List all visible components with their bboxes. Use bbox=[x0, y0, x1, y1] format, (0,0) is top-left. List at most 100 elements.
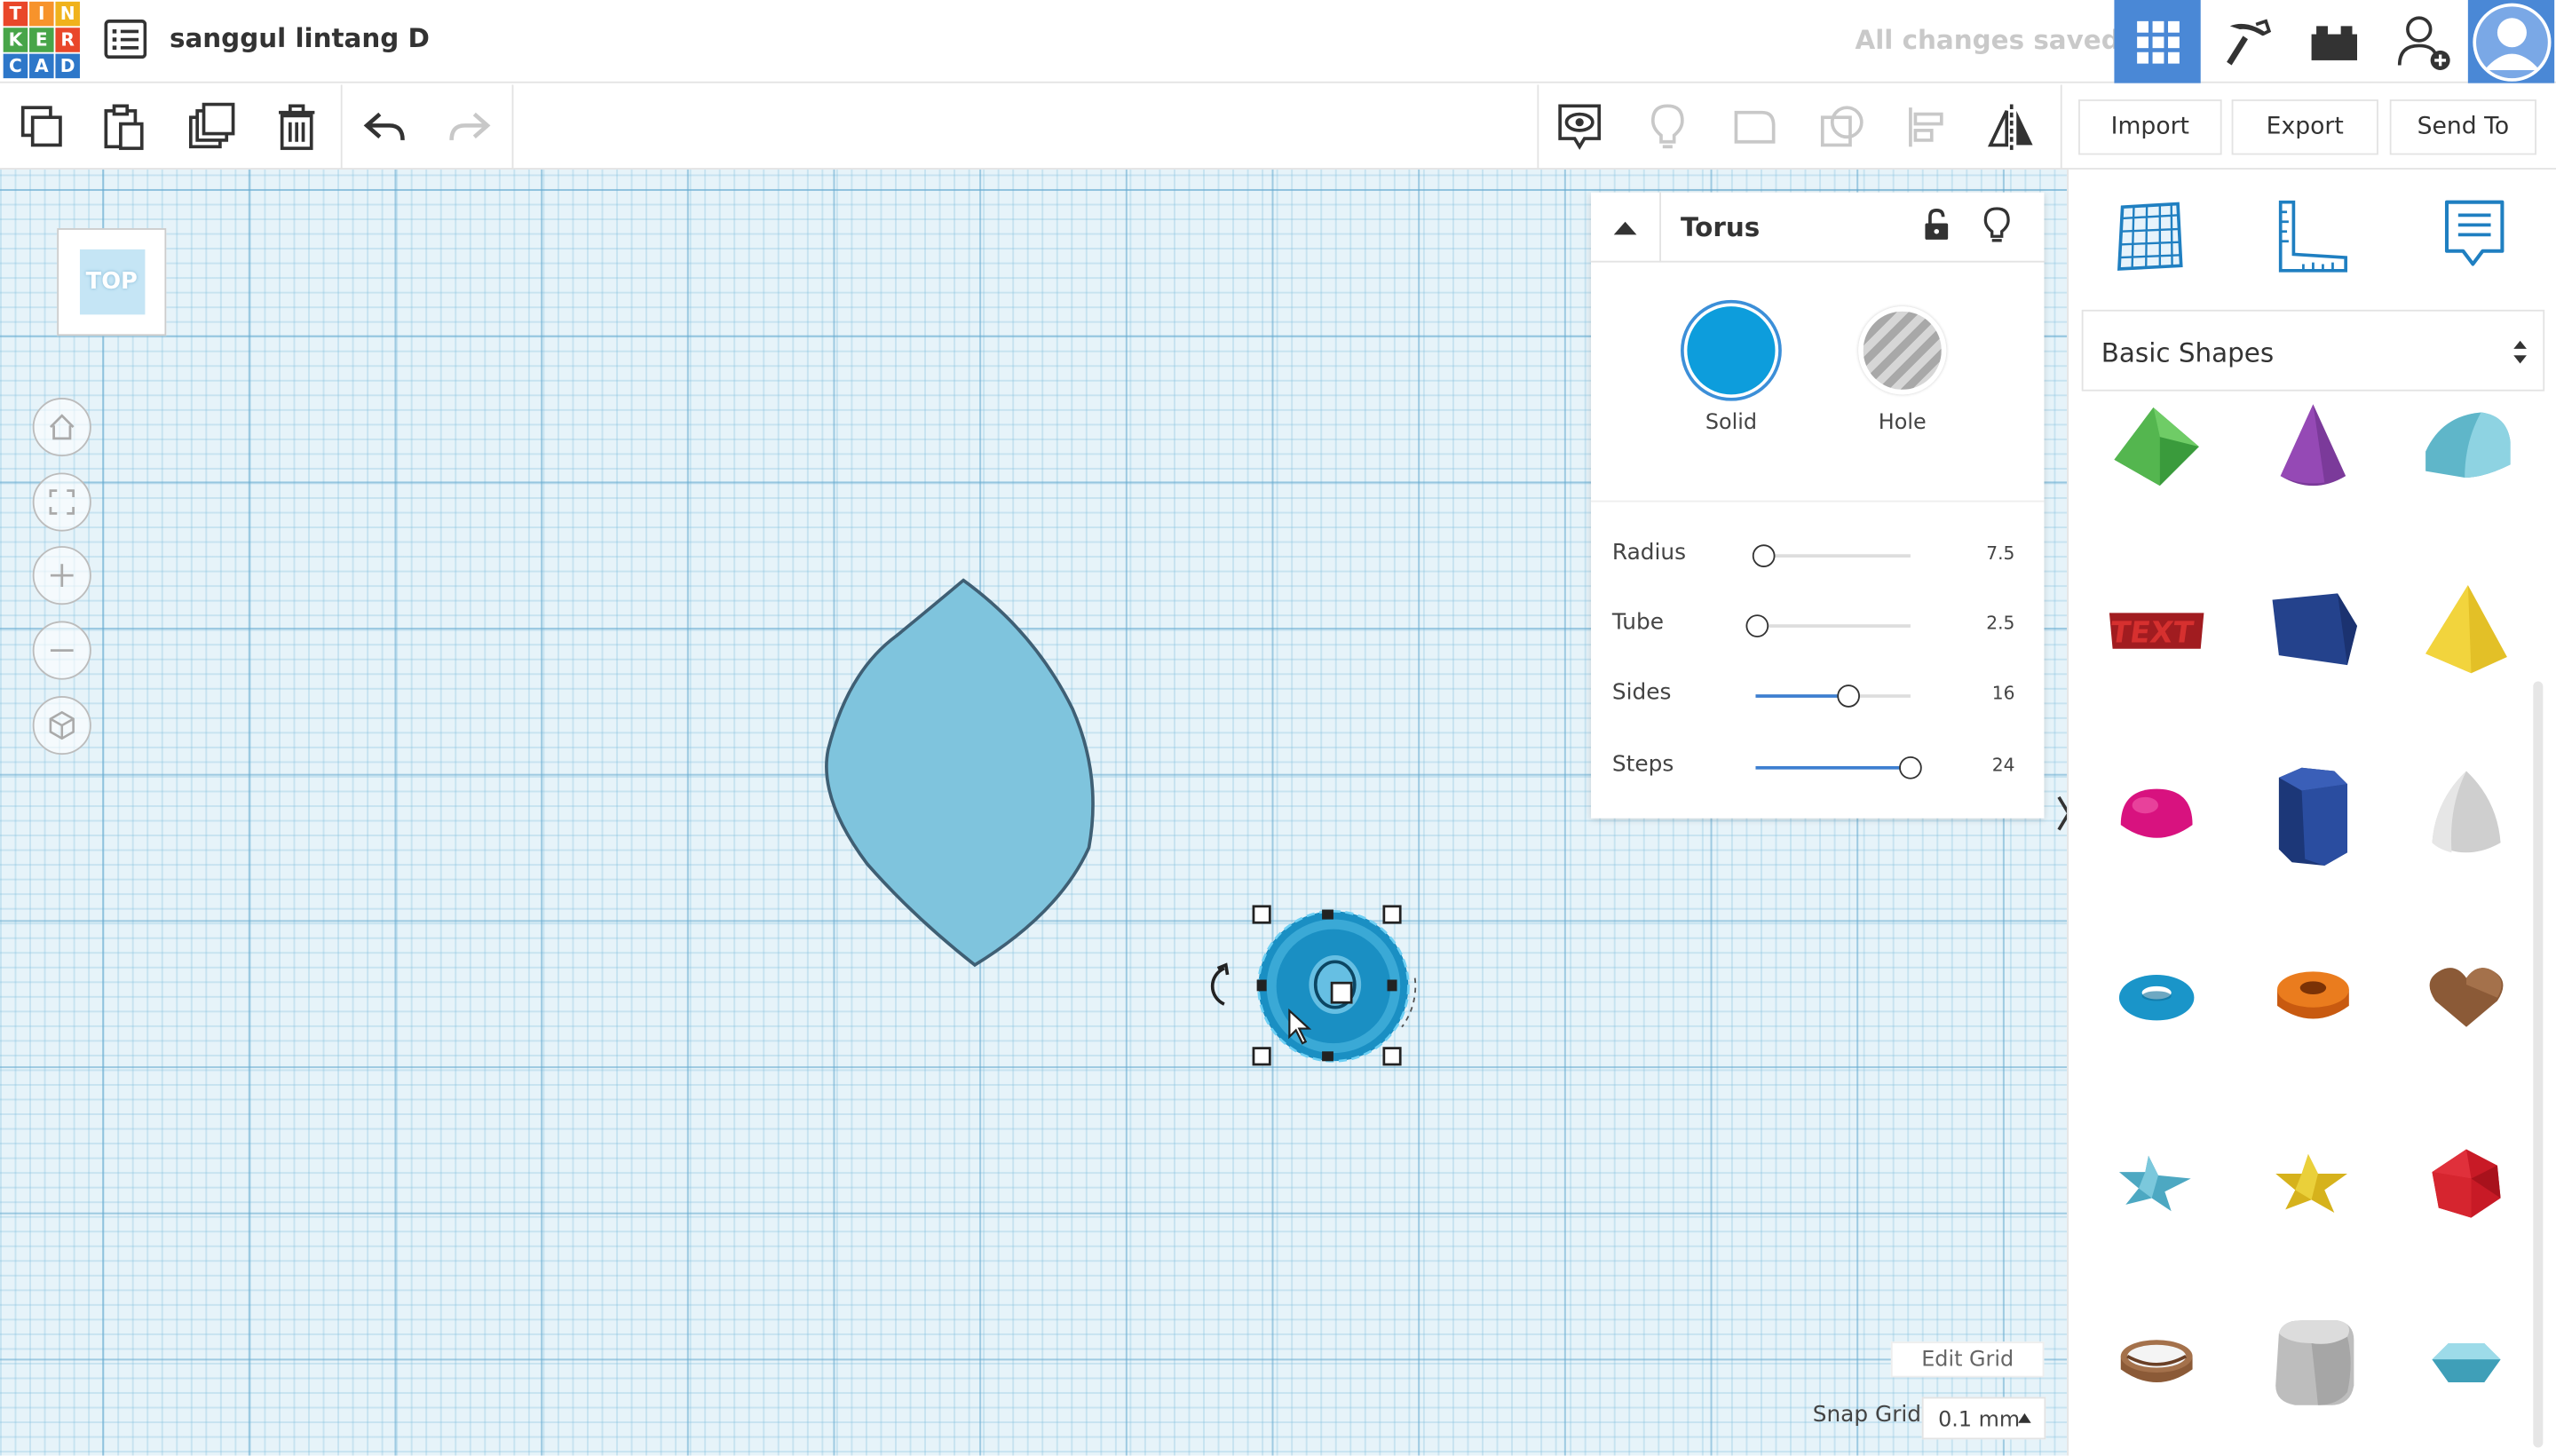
view-cube-top-face[interactable]: TOP bbox=[79, 249, 145, 315]
steps-label: Steps bbox=[1611, 751, 1674, 778]
align-button[interactable] bbox=[1897, 98, 1956, 156]
duplicate-button[interactable] bbox=[183, 98, 241, 156]
slider-knob[interactable] bbox=[1752, 544, 1776, 567]
slider-knob[interactable] bbox=[1837, 684, 1860, 708]
view-cube[interactable]: TOP bbox=[57, 228, 167, 336]
pyramid-yellow-icon bbox=[2425, 585, 2507, 674]
hide-shape-button[interactable] bbox=[1982, 207, 2012, 249]
shape-category-select[interactable]: Basic Shapes bbox=[2081, 309, 2545, 392]
paste-button[interactable] bbox=[94, 98, 153, 156]
pyramid-shape[interactable] bbox=[2402, 564, 2532, 694]
hole-mode[interactable]: Hole bbox=[1856, 306, 1948, 435]
top-bar: T I N K E R C A D sanggul lintang D All … bbox=[0, 0, 2556, 83]
ring-shape[interactable] bbox=[2092, 1298, 2222, 1428]
lock-button[interactable] bbox=[1924, 209, 1950, 248]
rounded-box-gray-icon bbox=[2275, 1320, 2354, 1405]
sides-slider[interactable] bbox=[1755, 684, 1911, 708]
show-all-button[interactable] bbox=[1638, 98, 1697, 156]
minecraft-view-button[interactable] bbox=[2203, 0, 2289, 83]
hole-swatch[interactable] bbox=[1858, 306, 1947, 395]
solid-swatch[interactable] bbox=[1687, 306, 1776, 395]
sides-label: Sides bbox=[1611, 679, 1672, 707]
icosahedron-shape[interactable] bbox=[2402, 1119, 2532, 1249]
bricks-view-button[interactable] bbox=[2291, 0, 2377, 83]
heart-shape[interactable] bbox=[2402, 932, 2532, 1063]
shapes-sidebar: Basic Shapes TEXT bbox=[2067, 169, 2556, 1456]
export-button[interactable]: Export bbox=[2231, 99, 2378, 155]
toolbar-divider bbox=[2060, 84, 2062, 170]
inspector-divider bbox=[1591, 500, 2045, 502]
tinkercad-logo[interactable]: T I N K E R C A D bbox=[3, 1, 82, 80]
logo-letter: T bbox=[3, 1, 28, 27]
group-button[interactable] bbox=[1725, 98, 1784, 156]
delete-button[interactable] bbox=[267, 98, 326, 156]
mirror-icon bbox=[1987, 104, 2033, 150]
edit-grid-button[interactable]: Edit Grid bbox=[1890, 1341, 2045, 1378]
box-shape[interactable] bbox=[2092, 382, 2222, 512]
ungroup-button[interactable] bbox=[1813, 98, 1871, 156]
cone-purple-icon bbox=[2280, 404, 2346, 487]
steps-value[interactable]: 24 bbox=[1992, 755, 2015, 776]
tube-value[interactable]: 2.5 bbox=[1986, 613, 2014, 634]
import-button[interactable]: Import bbox=[2078, 99, 2222, 155]
lightbulb-icon bbox=[1983, 207, 2010, 242]
radius-slider[interactable] bbox=[1752, 544, 1911, 567]
hexagonal-prism-shape[interactable] bbox=[2248, 750, 2378, 881]
cone-shape[interactable] bbox=[2248, 382, 2378, 512]
text-shape[interactable]: TEXT bbox=[2092, 564, 2222, 694]
tube-orange-icon bbox=[2277, 971, 2349, 1019]
ruler-tool-button[interactable] bbox=[2267, 193, 2355, 281]
note-icon bbox=[2444, 200, 2505, 266]
solid-mode[interactable]: Solid bbox=[1686, 306, 1777, 435]
design-title[interactable]: sanggul lintang D bbox=[170, 23, 430, 54]
star-shape[interactable] bbox=[2248, 1119, 2378, 1249]
logo-letter: C bbox=[3, 53, 28, 79]
slider-knob[interactable] bbox=[1745, 614, 1769, 637]
star-thin-shape[interactable] bbox=[2092, 1119, 2222, 1249]
radius-value[interactable]: 7.5 bbox=[1986, 542, 2014, 564]
paraboloid-shape[interactable] bbox=[2402, 750, 2532, 881]
design-menu-button[interactable] bbox=[104, 20, 147, 59]
zoom-out-button[interactable] bbox=[32, 621, 91, 680]
notes-visibility-button[interactable] bbox=[1550, 98, 1609, 156]
torus-shape[interactable] bbox=[2092, 932, 2222, 1063]
send-to-button[interactable]: Send To bbox=[2389, 99, 2536, 155]
copy-button[interactable] bbox=[13, 98, 72, 156]
slider-fill bbox=[1755, 765, 1911, 770]
sidebar-scrollbar[interactable] bbox=[2533, 681, 2544, 1448]
toolbar-divider bbox=[340, 84, 343, 170]
gem-shape[interactable] bbox=[2402, 1298, 2532, 1428]
shape-inspector-panel: Torus Solid Hole Radius 7.5 Tube 2.5 Sid… bbox=[1591, 192, 2045, 819]
user-avatar[interactable] bbox=[2467, 0, 2555, 83]
half-sphere-shape[interactable] bbox=[2092, 750, 2222, 881]
invite-user-button[interactable] bbox=[2380, 0, 2466, 83]
perspective-button[interactable] bbox=[32, 696, 91, 756]
snap-grid-select[interactable]: 0.1 mm bbox=[1921, 1397, 2046, 1440]
fit-view-button[interactable] bbox=[32, 472, 91, 532]
minus-icon bbox=[50, 649, 74, 652]
wedge-shape[interactable] bbox=[2248, 564, 2378, 694]
add-user-icon bbox=[2396, 15, 2449, 70]
undo-icon bbox=[363, 112, 405, 141]
rounded-box-shape[interactable] bbox=[2248, 1298, 2378, 1428]
3d-design-view-button[interactable] bbox=[2114, 0, 2201, 83]
leaf-shape[interactable] bbox=[815, 571, 1108, 978]
home-view-button[interactable] bbox=[32, 398, 91, 457]
toolbar-divider bbox=[1537, 84, 1539, 170]
radius-param: Radius 7.5 bbox=[1612, 540, 2023, 573]
selected-torus[interactable] bbox=[1199, 900, 1427, 1080]
slider-knob[interactable] bbox=[1899, 756, 1922, 779]
mirror-button[interactable] bbox=[1982, 98, 2041, 156]
workplane-tool-button[interactable] bbox=[2104, 193, 2192, 281]
svg-text:TEXT: TEXT bbox=[2108, 615, 2196, 650]
undo-button[interactable] bbox=[355, 98, 414, 156]
collapse-inspector-button[interactable] bbox=[1591, 192, 1661, 263]
tube-shape[interactable] bbox=[2248, 932, 2378, 1063]
redo-button[interactable] bbox=[440, 98, 499, 156]
tube-slider[interactable] bbox=[1745, 614, 1911, 637]
zoom-in-button[interactable] bbox=[32, 546, 91, 605]
roof-shape[interactable] bbox=[2402, 382, 2532, 512]
sides-value[interactable]: 16 bbox=[1992, 683, 2015, 704]
steps-slider[interactable] bbox=[1755, 756, 1922, 779]
notes-tool-button[interactable] bbox=[2431, 193, 2519, 281]
